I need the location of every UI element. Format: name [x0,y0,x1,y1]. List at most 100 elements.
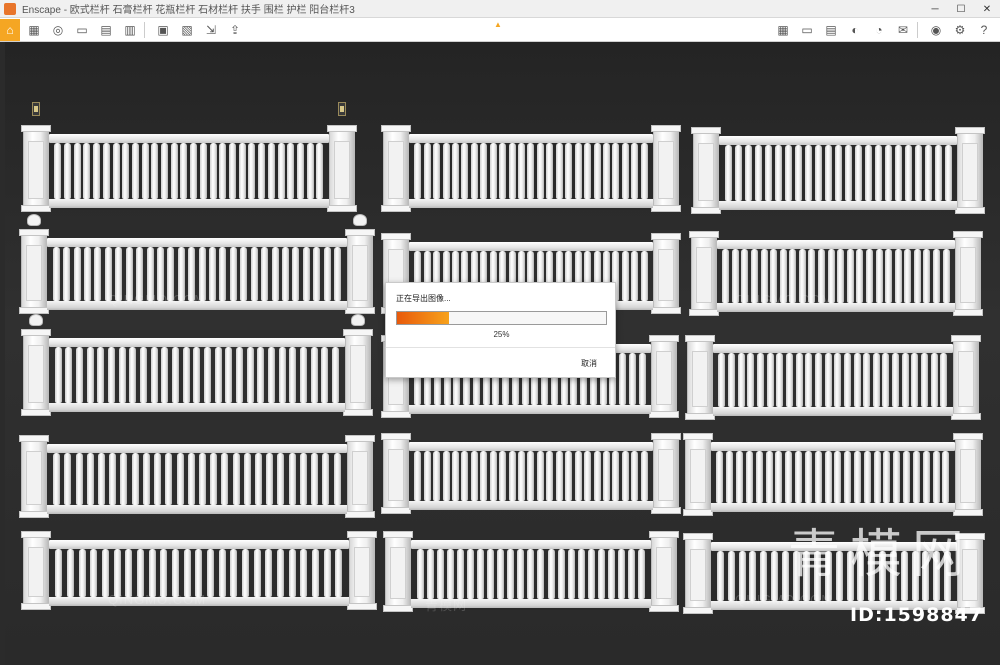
post-base [953,309,983,316]
baluster [261,247,269,301]
baluster [745,451,753,503]
baluster [546,451,554,501]
screenshot-icon[interactable]: ▣ [153,20,173,40]
post-panel [698,143,714,201]
asset-library-icon[interactable]: ▥ [120,20,140,40]
baluster [618,549,626,599]
baluster [64,143,72,199]
baluster [120,453,128,505]
baluster [137,549,145,597]
baluster [863,353,871,407]
baluster [574,451,582,501]
help-button[interactable]: ? [974,20,994,40]
baluster [837,249,845,303]
post-base [381,507,411,514]
walk-mode-icon[interactable]: ◎ [48,20,68,40]
post-panel [26,245,42,301]
baluster [924,145,932,201]
baluster [73,247,81,301]
railing-post [649,335,679,418]
baluster [628,353,636,405]
baluster [856,249,864,303]
baluster [904,145,912,201]
post-base [651,507,681,514]
railing-post [381,433,411,514]
post-panel [352,245,368,301]
maximize-button[interactable]: ☐ [948,0,974,18]
material-icon[interactable]: ▦ [773,20,793,40]
baluster [737,353,745,407]
baluster [165,453,173,505]
home-button[interactable]: ⌂ [0,18,20,41]
post-base [19,511,49,518]
baluster [299,347,307,403]
baluster [716,551,724,601]
feedback-icon[interactable]: ✉ [893,20,913,40]
baluster [451,451,459,501]
minimize-button[interactable]: ─ [922,0,948,18]
monitor-icon[interactable]: ▭ [797,20,817,40]
panorama-icon[interactable]: ▭ [72,20,92,40]
baluster [499,451,507,501]
window-controls: ─ ☐ ✕ [922,0,1000,18]
export-icon[interactable]: ⇲ [201,20,221,40]
post-base [345,511,375,518]
baluster [199,143,207,199]
baluster [281,247,289,301]
baluster [794,145,802,201]
post-panel [692,351,708,407]
close-button[interactable]: ✕ [974,0,1000,18]
baluster [187,453,195,505]
batch-render-icon[interactable]: ▧ [177,20,197,40]
baluster [277,453,285,505]
baluster [795,451,803,503]
eye-icon[interactable]: ◉ [926,20,946,40]
baluster [334,247,342,301]
capture-icon[interactable]: ◔ [869,20,889,40]
baluster [267,347,275,403]
baluster-row [723,145,953,201]
baluster [518,451,526,501]
post-base [683,509,713,516]
baluster [240,247,248,301]
baluster [414,451,422,501]
baluster [322,453,330,505]
views-icon[interactable]: ▦ [24,20,44,40]
baluster [442,451,450,501]
baluster [894,145,902,201]
baluster [518,143,526,199]
baluster [267,143,275,199]
post-panel [958,351,974,407]
baluster [814,451,822,503]
book-icon[interactable]: ▤ [96,20,116,40]
baluster [555,451,563,501]
baluster [195,549,203,597]
settings-icon[interactable]: ⚙ [950,20,970,40]
baluster [892,353,900,407]
baluster [461,451,469,501]
baluster [67,549,74,597]
baluster [577,549,585,599]
visual-settings-icon[interactable]: ▤ [821,20,841,40]
baluster [628,549,636,599]
lamp-ornament [338,102,346,116]
baluster [218,549,226,597]
post-panel [352,451,368,505]
baluster [619,353,627,405]
title-bar: Enscape - 欧式栏杆 石膏栏杆 花瓶栏杆 石材栏杆 扶手 围栏 护栏 阳… [0,0,1000,18]
watermark-text: QINGMO.COM [735,592,834,607]
upload-icon[interactable]: ⇪ [225,20,245,40]
baluster [621,143,629,199]
post-cap [953,231,983,238]
baluster [423,451,431,501]
atmosphere-icon[interactable]: ◐ [845,20,865,40]
post-panel [658,449,674,501]
post-base [955,207,985,214]
toolbar-divider [144,21,145,38]
baluster [150,347,158,403]
cancel-button[interactable]: 取消 [581,358,597,369]
baluster [621,251,629,301]
chevron-up-icon[interactable]: ▲ [494,20,504,30]
baluster [277,143,285,199]
baluster [718,353,726,407]
